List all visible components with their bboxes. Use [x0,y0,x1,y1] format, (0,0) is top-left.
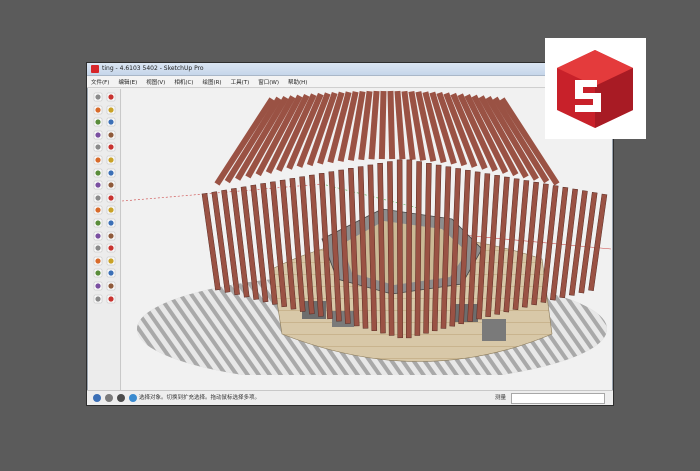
push-pull-icon[interactable] [106,155,116,165]
menu-tools[interactable]: 工具(T) [231,78,250,86]
menu-bar: 文件(F) 编辑(E) 视图(V) 相机(C) 绘图(R) 工具(T) 窗口(W… [87,76,613,88]
look-around-icon[interactable] [106,281,116,291]
offset-icon[interactable] [106,180,116,190]
wall-slat [396,159,403,339]
tape-measure-icon[interactable] [93,193,103,203]
move-icon[interactable] [93,155,103,165]
credits-icon[interactable] [105,394,113,402]
pan-icon[interactable] [106,243,116,253]
rectangle-icon[interactable] [93,117,103,127]
sketchup-logo-icon [557,50,633,128]
paint-bucket-icon[interactable] [93,231,103,241]
scale-icon[interactable] [93,180,103,190]
dimension-icon[interactable] [106,193,116,203]
section-plane-icon[interactable] [106,231,116,241]
measurements-label: 测量 [495,395,507,401]
orbit-icon[interactable] [93,243,103,253]
freehand-icon[interactable] [106,105,116,115]
menu-help[interactable]: 帮助(H) [288,78,307,86]
menu-file[interactable]: 文件(F) [91,78,109,86]
sketchup-window: ting - 4.6103 5402 - SketchUp Pro 文件(F) … [86,62,614,406]
follow-me-icon[interactable] [106,168,116,178]
polygon-icon[interactable] [106,130,116,140]
geo-location-icon[interactable] [93,394,101,402]
walk-icon[interactable] [93,281,103,291]
menu-view[interactable]: 视图(V) [146,78,165,86]
menu-window[interactable]: 窗口(W) [258,78,279,86]
info-icon[interactable] [129,394,137,402]
line-icon[interactable] [93,105,103,115]
zoom-window-icon[interactable] [106,256,116,266]
position-camera-icon[interactable] [106,294,116,304]
menu-edit[interactable]: 编辑(E) [118,78,137,86]
arc-icon[interactable] [93,142,103,152]
pie-icon[interactable] [106,142,116,152]
wall-slat [406,159,413,339]
window-title: ting - 4.6103 5402 - SketchUp Pro [102,65,204,72]
axes-icon[interactable] [93,218,103,228]
status-hint: 选择对象。切换到扩充选择。拖动鼠标选择多项。 [139,395,261,401]
roof-slat [378,90,387,160]
status-bar: 选择对象。切换到扩充选择。拖动鼠标选择多项。 测量 [87,390,613,405]
help-icon[interactable] [117,394,125,402]
title-bar[interactable]: ting - 4.6103 5402 - SketchUp Pro [87,63,613,76]
model-view [122,89,611,384]
zoom-icon[interactable] [93,256,103,266]
footprint-icon[interactable] [93,294,103,304]
menu-draw[interactable]: 绘图(R) [202,78,221,86]
circle-icon[interactable] [93,130,103,140]
menu-camera[interactable]: 相机(C) [174,78,193,86]
zoom-extents-icon[interactable] [93,268,103,278]
select-icon[interactable] [93,92,103,102]
roof-slat [387,90,396,160]
sketchup-logo [545,38,646,139]
measurements-box[interactable] [511,393,605,404]
eraser-icon[interactable] [106,92,116,102]
sketchup-app-icon [91,65,99,73]
large-tool-set [89,89,121,390]
drawing-area[interactable] [122,89,611,390]
text-icon[interactable] [106,205,116,215]
3d-text-icon[interactable] [106,218,116,228]
rotate-icon[interactable] [93,168,103,178]
protractor-icon[interactable] [93,205,103,215]
rotated-rectangle-icon[interactable] [106,117,116,127]
previous-view-icon[interactable] [106,268,116,278]
